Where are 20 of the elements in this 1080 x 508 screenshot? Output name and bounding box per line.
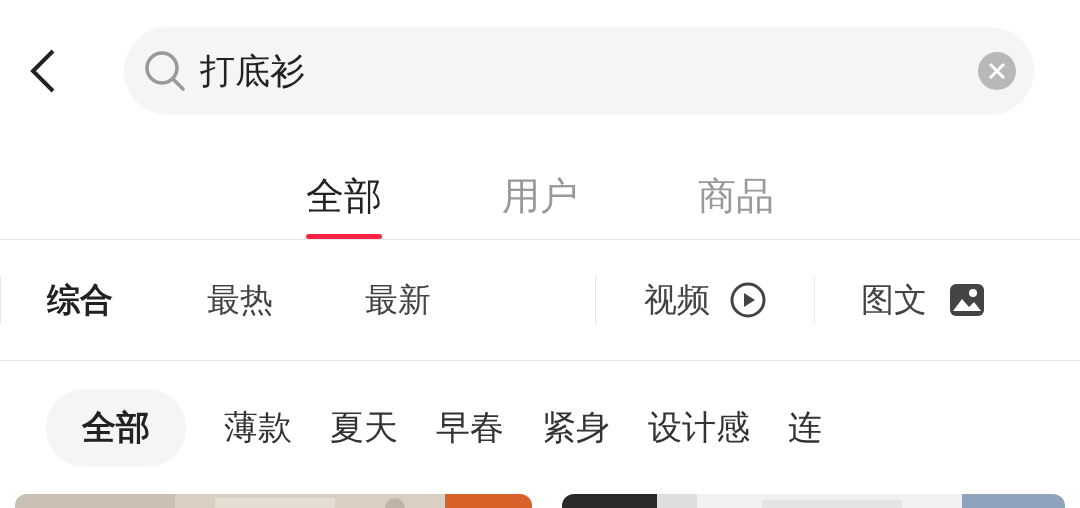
- filter-chip[interactable]: 夏天: [330, 388, 398, 467]
- filter-chip[interactable]: 薄款: [224, 388, 292, 467]
- sort-option[interactable]: 最热: [207, 275, 273, 325]
- search-icon: [144, 50, 186, 92]
- search-query: 打底衫: [200, 49, 306, 93]
- filter-chip[interactable]: 全部: [46, 388, 186, 467]
- play-icon: [730, 282, 766, 318]
- sort-option[interactable]: 综合: [47, 275, 113, 325]
- filter-chip[interactable]: 早春: [436, 388, 504, 467]
- filter-chip[interactable]: 连: [788, 388, 822, 467]
- close-icon: [988, 62, 1006, 80]
- filter-chip[interactable]: 设计感: [648, 388, 750, 467]
- sort-option[interactable]: 图文: [861, 275, 985, 325]
- sort-option[interactable]: 最新: [365, 275, 431, 325]
- tab[interactable]: 全部: [306, 168, 382, 239]
- sort-option[interactable]: 视频: [644, 275, 766, 325]
- image-icon: [949, 283, 985, 317]
- filter-chip[interactable]: 紧身: [542, 388, 610, 467]
- back-icon: [30, 49, 56, 93]
- search-field[interactable]: 打底衫: [124, 27, 1034, 115]
